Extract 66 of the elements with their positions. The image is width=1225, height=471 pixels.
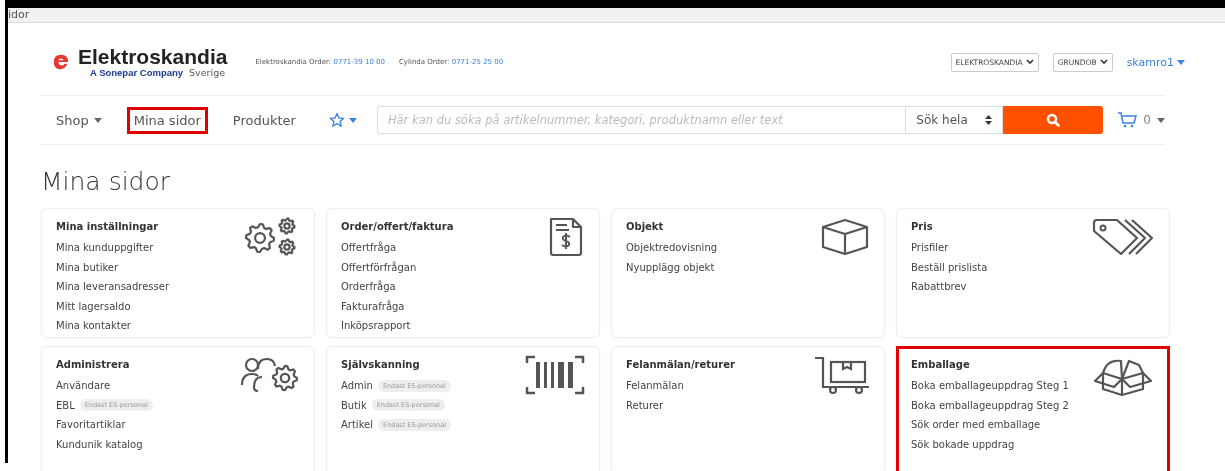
card-link[interactable]: Orderfråga: [341, 277, 396, 297]
caret-icon: [348, 117, 357, 123]
card-link[interactable]: Mina leveransadresser: [56, 277, 170, 297]
cube-icon: [820, 217, 870, 257]
card-title: Objekt: [626, 221, 665, 232]
search-field[interactable]: Här kan du söka på artikelnummer, kategori, produktnamn eller text: [376, 106, 906, 134]
card-link[interactable]: Beställ prislista: [911, 257, 988, 277]
card-link[interactable]: Admin: [341, 376, 373, 396]
country-label: Sverige: [189, 66, 225, 78]
card-link[interactable]: Nyupplägg objekt: [626, 257, 715, 277]
card-link[interactable]: Kundunik katalog: [56, 434, 143, 454]
card-link[interactable]: Rabattbrev: [911, 277, 967, 297]
user-menu[interactable]: skamro1: [1126, 55, 1185, 69]
search-icon: [1046, 113, 1061, 127]
favorites-menu[interactable]: [328, 112, 357, 128]
window-title: idor: [8, 8, 30, 22]
tags-icon: [1091, 217, 1155, 257]
nav-link[interactable]: Produkter: [225, 106, 303, 134]
search-scope-select[interactable]: Sök hela: [905, 106, 1004, 134]
card-title: Mina inställningar: [56, 221, 160, 232]
card-link[interactable]: Returer: [626, 395, 664, 415]
card-link[interactable]: Favoritartiklar: [56, 415, 126, 435]
card-title: Felanmälan/returer: [626, 359, 736, 370]
card-link[interactable]: Boka emballageuppdrag Steg 2: [911, 395, 1069, 415]
search-button[interactable]: [1003, 106, 1104, 134]
card-title: Emballage: [911, 359, 971, 370]
card-link[interactable]: Mitt lagersaldo: [56, 296, 131, 316]
caret-icon: [1157, 117, 1165, 123]
card-link[interactable]: Inköpsrapport: [341, 316, 411, 336]
card-link[interactable]: Sök bokade uppdrag: [911, 434, 1015, 454]
chevron-icon: [1099, 59, 1108, 65]
card-link[interactable]: EBL: [56, 395, 75, 415]
cart-button[interactable]: 0: [1117, 112, 1165, 128]
nav-link[interactable]: Shop: [49, 106, 109, 134]
trolley-box-icon: [814, 355, 870, 395]
card-link[interactable]: Fakturafråga: [341, 296, 405, 316]
card-title: Order/offert/faktura: [341, 221, 455, 232]
chevron-icon: [1025, 59, 1034, 65]
card-link[interactable]: Mina kunduppgifter: [56, 238, 154, 258]
page-title: Mina sidor: [41, 167, 172, 196]
brand-tagline: A Sonepar Company: [90, 66, 184, 78]
card-link[interactable]: Butik: [341, 395, 367, 415]
card-link[interactable]: Mina kontakter: [56, 316, 131, 336]
card-title: Självskanning: [341, 359, 421, 370]
card-link[interactable]: Prisfiler: [911, 238, 949, 258]
users-gear-icon: [240, 355, 300, 395]
card-link[interactable]: Offertförfrågan: [341, 257, 417, 277]
brand-name: Elektroskandia: [78, 46, 228, 67]
card-link[interactable]: Objektredovisning: [626, 238, 718, 258]
card-title: Pris: [911, 221, 934, 232]
caret-icon: [1177, 59, 1185, 65]
cart-icon: [1117, 112, 1138, 128]
barcode-icon: [525, 355, 585, 395]
nav-link[interactable]: Mina sidor: [126, 106, 208, 134]
card-link[interactable]: Sök order med emballage: [911, 415, 1041, 435]
card-link[interactable]: Användare: [56, 376, 111, 396]
card-link[interactable]: Artikel: [341, 415, 374, 435]
card-link[interactable]: Mina butiker: [56, 257, 119, 277]
open-box-icon: [1093, 357, 1153, 397]
invoice-icon: [547, 217, 585, 257]
card-link[interactable]: Offertfråga: [341, 238, 397, 258]
logo-icon: [52, 53, 70, 71]
sort-arrows-icon: [985, 115, 993, 125]
card-title: Administrera: [56, 359, 131, 370]
card-link[interactable]: Boka emballageuppdrag Steg 1: [911, 376, 1069, 396]
card-link[interactable]: Felanmälan: [626, 376, 684, 396]
